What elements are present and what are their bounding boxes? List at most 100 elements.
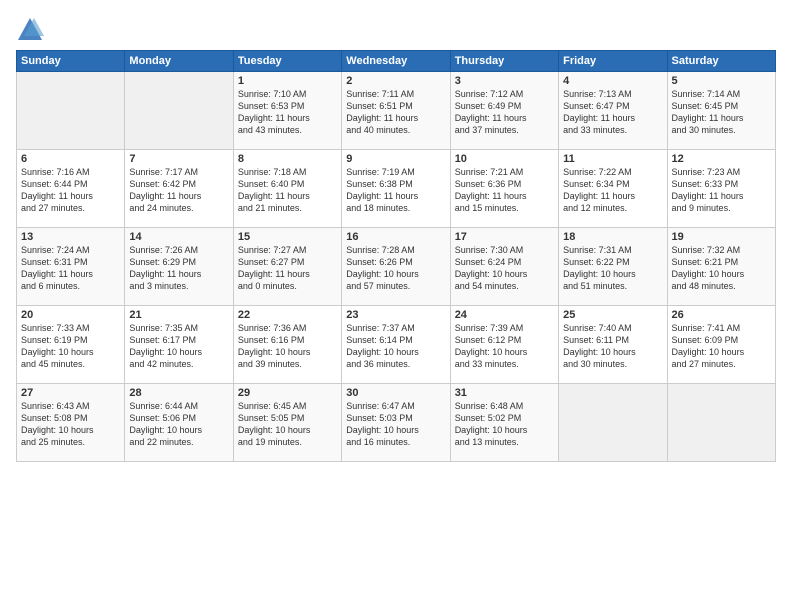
day-number: 15	[238, 231, 337, 243]
day-info: Sunrise: 7:36 AM Sunset: 6:16 PM Dayligh…	[238, 322, 337, 371]
day-number: 9	[346, 153, 445, 165]
day-info: Sunrise: 7:32 AM Sunset: 6:21 PM Dayligh…	[672, 244, 771, 293]
calendar-cell: 31Sunrise: 6:48 AM Sunset: 5:02 PM Dayli…	[450, 384, 558, 462]
calendar-week-row: 1Sunrise: 7:10 AM Sunset: 6:53 PM Daylig…	[17, 72, 776, 150]
day-info: Sunrise: 7:41 AM Sunset: 6:09 PM Dayligh…	[672, 322, 771, 371]
day-number: 12	[672, 153, 771, 165]
day-number: 3	[455, 75, 554, 87]
day-number: 22	[238, 309, 337, 321]
day-info: Sunrise: 7:11 AM Sunset: 6:51 PM Dayligh…	[346, 88, 445, 137]
day-info: Sunrise: 6:47 AM Sunset: 5:03 PM Dayligh…	[346, 400, 445, 449]
day-number: 5	[672, 75, 771, 87]
day-number: 16	[346, 231, 445, 243]
day-number: 20	[21, 309, 120, 321]
day-info: Sunrise: 7:23 AM Sunset: 6:33 PM Dayligh…	[672, 166, 771, 215]
day-number: 2	[346, 75, 445, 87]
calendar-cell	[559, 384, 667, 462]
day-info: Sunrise: 7:19 AM Sunset: 6:38 PM Dayligh…	[346, 166, 445, 215]
day-info: Sunrise: 6:45 AM Sunset: 5:05 PM Dayligh…	[238, 400, 337, 449]
day-number: 25	[563, 309, 662, 321]
day-number: 4	[563, 75, 662, 87]
calendar-week-row: 20Sunrise: 7:33 AM Sunset: 6:19 PM Dayli…	[17, 306, 776, 384]
day-info: Sunrise: 7:31 AM Sunset: 6:22 PM Dayligh…	[563, 244, 662, 293]
day-info: Sunrise: 7:39 AM Sunset: 6:12 PM Dayligh…	[455, 322, 554, 371]
calendar-cell: 4Sunrise: 7:13 AM Sunset: 6:47 PM Daylig…	[559, 72, 667, 150]
calendar-cell: 28Sunrise: 6:44 AM Sunset: 5:06 PM Dayli…	[125, 384, 233, 462]
calendar-cell: 29Sunrise: 6:45 AM Sunset: 5:05 PM Dayli…	[233, 384, 341, 462]
calendar-cell: 5Sunrise: 7:14 AM Sunset: 6:45 PM Daylig…	[667, 72, 775, 150]
calendar-week-row: 6Sunrise: 7:16 AM Sunset: 6:44 PM Daylig…	[17, 150, 776, 228]
day-info: Sunrise: 6:43 AM Sunset: 5:08 PM Dayligh…	[21, 400, 120, 449]
calendar-cell: 15Sunrise: 7:27 AM Sunset: 6:27 PM Dayli…	[233, 228, 341, 306]
day-number: 6	[21, 153, 120, 165]
day-number: 1	[238, 75, 337, 87]
calendar-cell	[17, 72, 125, 150]
header	[16, 12, 776, 44]
calendar-cell: 10Sunrise: 7:21 AM Sunset: 6:36 PM Dayli…	[450, 150, 558, 228]
calendar-cell: 30Sunrise: 6:47 AM Sunset: 5:03 PM Dayli…	[342, 384, 450, 462]
calendar-cell: 2Sunrise: 7:11 AM Sunset: 6:51 PM Daylig…	[342, 72, 450, 150]
calendar-cell: 1Sunrise: 7:10 AM Sunset: 6:53 PM Daylig…	[233, 72, 341, 150]
day-info: Sunrise: 7:26 AM Sunset: 6:29 PM Dayligh…	[129, 244, 228, 293]
day-info: Sunrise: 7:30 AM Sunset: 6:24 PM Dayligh…	[455, 244, 554, 293]
calendar-cell: 14Sunrise: 7:26 AM Sunset: 6:29 PM Dayli…	[125, 228, 233, 306]
calendar-cell: 8Sunrise: 7:18 AM Sunset: 6:40 PM Daylig…	[233, 150, 341, 228]
weekday-header: Wednesday	[342, 51, 450, 72]
calendar-cell: 22Sunrise: 7:36 AM Sunset: 6:16 PM Dayli…	[233, 306, 341, 384]
calendar-cell: 25Sunrise: 7:40 AM Sunset: 6:11 PM Dayli…	[559, 306, 667, 384]
day-number: 24	[455, 309, 554, 321]
calendar-cell: 17Sunrise: 7:30 AM Sunset: 6:24 PM Dayli…	[450, 228, 558, 306]
day-info: Sunrise: 7:21 AM Sunset: 6:36 PM Dayligh…	[455, 166, 554, 215]
weekday-header: Saturday	[667, 51, 775, 72]
calendar-cell: 16Sunrise: 7:28 AM Sunset: 6:26 PM Dayli…	[342, 228, 450, 306]
day-info: Sunrise: 7:10 AM Sunset: 6:53 PM Dayligh…	[238, 88, 337, 137]
calendar-page: SundayMondayTuesdayWednesdayThursdayFrid…	[0, 0, 792, 612]
calendar-cell: 18Sunrise: 7:31 AM Sunset: 6:22 PM Dayli…	[559, 228, 667, 306]
day-number: 7	[129, 153, 228, 165]
day-info: Sunrise: 7:12 AM Sunset: 6:49 PM Dayligh…	[455, 88, 554, 137]
day-info: Sunrise: 7:22 AM Sunset: 6:34 PM Dayligh…	[563, 166, 662, 215]
day-number: 14	[129, 231, 228, 243]
day-number: 18	[563, 231, 662, 243]
day-info: Sunrise: 6:44 AM Sunset: 5:06 PM Dayligh…	[129, 400, 228, 449]
day-info: Sunrise: 7:27 AM Sunset: 6:27 PM Dayligh…	[238, 244, 337, 293]
day-info: Sunrise: 7:28 AM Sunset: 6:26 PM Dayligh…	[346, 244, 445, 293]
logo	[16, 16, 48, 44]
day-info: Sunrise: 7:16 AM Sunset: 6:44 PM Dayligh…	[21, 166, 120, 215]
day-info: Sunrise: 7:17 AM Sunset: 6:42 PM Dayligh…	[129, 166, 228, 215]
calendar-cell: 13Sunrise: 7:24 AM Sunset: 6:31 PM Dayli…	[17, 228, 125, 306]
calendar-cell: 21Sunrise: 7:35 AM Sunset: 6:17 PM Dayli…	[125, 306, 233, 384]
calendar-cell: 7Sunrise: 7:17 AM Sunset: 6:42 PM Daylig…	[125, 150, 233, 228]
calendar-cell: 9Sunrise: 7:19 AM Sunset: 6:38 PM Daylig…	[342, 150, 450, 228]
day-info: Sunrise: 7:35 AM Sunset: 6:17 PM Dayligh…	[129, 322, 228, 371]
calendar-cell: 6Sunrise: 7:16 AM Sunset: 6:44 PM Daylig…	[17, 150, 125, 228]
weekday-header: Thursday	[450, 51, 558, 72]
day-number: 17	[455, 231, 554, 243]
day-info: Sunrise: 7:14 AM Sunset: 6:45 PM Dayligh…	[672, 88, 771, 137]
calendar-table: SundayMondayTuesdayWednesdayThursdayFrid…	[16, 50, 776, 462]
day-number: 27	[21, 387, 120, 399]
day-info: Sunrise: 7:24 AM Sunset: 6:31 PM Dayligh…	[21, 244, 120, 293]
day-number: 26	[672, 309, 771, 321]
day-number: 19	[672, 231, 771, 243]
weekday-header: Friday	[559, 51, 667, 72]
calendar-week-row: 13Sunrise: 7:24 AM Sunset: 6:31 PM Dayli…	[17, 228, 776, 306]
day-info: Sunrise: 7:37 AM Sunset: 6:14 PM Dayligh…	[346, 322, 445, 371]
day-number: 30	[346, 387, 445, 399]
calendar-header-row: SundayMondayTuesdayWednesdayThursdayFrid…	[17, 51, 776, 72]
calendar-cell: 26Sunrise: 7:41 AM Sunset: 6:09 PM Dayli…	[667, 306, 775, 384]
calendar-cell: 12Sunrise: 7:23 AM Sunset: 6:33 PM Dayli…	[667, 150, 775, 228]
day-number: 11	[563, 153, 662, 165]
day-number: 28	[129, 387, 228, 399]
calendar-cell	[125, 72, 233, 150]
weekday-header: Tuesday	[233, 51, 341, 72]
logo-icon	[16, 16, 44, 44]
calendar-cell: 23Sunrise: 7:37 AM Sunset: 6:14 PM Dayli…	[342, 306, 450, 384]
calendar-cell: 27Sunrise: 6:43 AM Sunset: 5:08 PM Dayli…	[17, 384, 125, 462]
calendar-cell: 20Sunrise: 7:33 AM Sunset: 6:19 PM Dayli…	[17, 306, 125, 384]
day-number: 8	[238, 153, 337, 165]
calendar-cell: 24Sunrise: 7:39 AM Sunset: 6:12 PM Dayli…	[450, 306, 558, 384]
day-info: Sunrise: 7:18 AM Sunset: 6:40 PM Dayligh…	[238, 166, 337, 215]
day-info: Sunrise: 6:48 AM Sunset: 5:02 PM Dayligh…	[455, 400, 554, 449]
weekday-header: Monday	[125, 51, 233, 72]
